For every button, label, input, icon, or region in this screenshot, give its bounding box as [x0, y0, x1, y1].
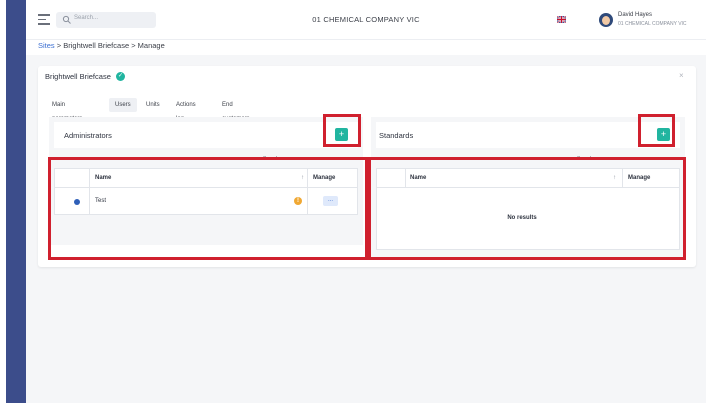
- administrators-header: Administrators +: [54, 122, 358, 148]
- breadcrumb-site[interactable]: Brightwell Briefcase: [63, 41, 129, 50]
- check-icon: ✓: [116, 72, 125, 81]
- user-company: 01 CHEMICAL COMPANY VIC: [618, 21, 687, 27]
- user-name[interactable]: David Hayes: [618, 12, 652, 18]
- uk-flag-icon[interactable]: [557, 16, 566, 23]
- highlight-box: [368, 157, 686, 260]
- breadcrumb: Sites > Brightwell Briefcase > Manage: [38, 41, 165, 50]
- highlight-box: [48, 157, 368, 260]
- tab-units[interactable]: Units: [140, 98, 166, 112]
- page-title: Brightwell Briefcase: [45, 72, 111, 81]
- breadcrumb-sites-link[interactable]: Sites: [38, 41, 55, 50]
- administrators-title: Administrators: [64, 131, 112, 140]
- highlight-box: [323, 114, 361, 147]
- sidebar: [6, 0, 26, 403]
- tab-users[interactable]: Users: [109, 98, 137, 112]
- standards-title: Standards: [379, 131, 414, 140]
- standards-header: Standards +: [376, 122, 680, 148]
- topbar: Search... 01 CHEMICAL COMPANY VIC David …: [26, 0, 706, 40]
- breadcrumb-separator: >: [129, 41, 138, 50]
- highlight-box: [638, 114, 675, 147]
- breadcrumb-current: Manage: [137, 41, 165, 50]
- close-icon[interactable]: ×: [679, 71, 684, 80]
- avatar[interactable]: [599, 13, 613, 27]
- breadcrumb-separator: >: [54, 41, 64, 50]
